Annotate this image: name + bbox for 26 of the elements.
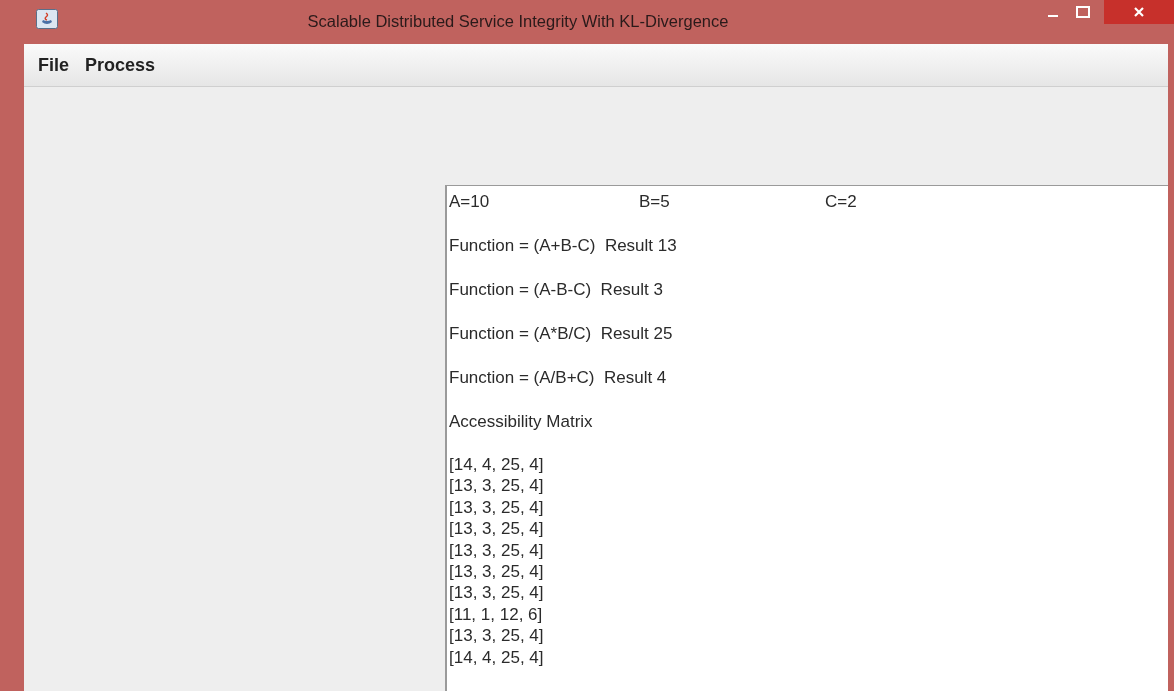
matrix-row-text: [13, 3, 25, 4] <box>449 518 545 540</box>
close-button[interactable] <box>1104 0 1174 24</box>
minimize-icon <box>1048 15 1058 17</box>
matrix-row-text: [13, 3, 25, 4] <box>449 539 545 561</box>
variable-label: C=2 <box>825 192 858 212</box>
matrix-row-text: [13, 3, 25, 4] <box>449 475 545 497</box>
function-result: Function = (A*B/C) Result 25 <box>449 323 674 345</box>
app-icon <box>36 9 58 29</box>
matrix-row-text: [14, 4, 25, 4] <box>449 646 545 668</box>
matrix-row-text: [13, 3, 25, 4] <box>449 625 545 647</box>
maximize-icon <box>1076 6 1090 18</box>
close-icon <box>1133 6 1145 18</box>
function-result: Function = (A-B-C) Result 3 <box>449 279 664 301</box>
matrix-row-text: [11, 1, 12, 6] <box>449 603 544 626</box>
menu-item[interactable]: File <box>32 52 75 78</box>
matrix-row-text: [13, 3, 25, 4] <box>449 582 545 604</box>
window-title: Scalable Distributed Service Integrity With KL-Divergence <box>306 11 730 31</box>
matrix-row-text: [13, 3, 25, 4] <box>449 496 545 519</box>
matrix-row-text: [14, 4, 25, 4] <box>449 454 545 476</box>
menu-item[interactable]: Process <box>79 52 162 78</box>
variable-label: A=10 <box>449 192 491 212</box>
function-result: Function = (A/B+C) Result 4 <box>449 367 668 389</box>
function-result: Function = (A+B-C) Result 13 <box>449 235 678 257</box>
variable-label: B=5 <box>639 192 671 212</box>
matrix-row-text: [13, 3, 25, 4] <box>449 560 545 583</box>
matrix-title: Accessibility Matrix <box>449 411 594 433</box>
